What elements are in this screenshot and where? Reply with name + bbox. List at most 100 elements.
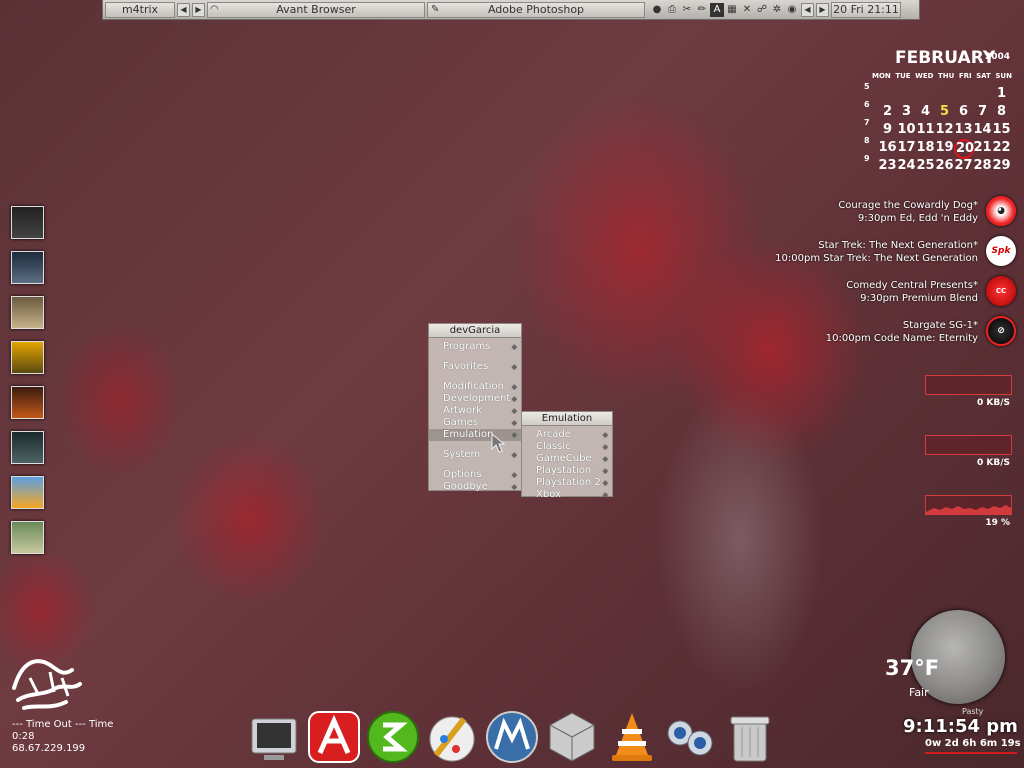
menu-item-label: Favorites [443, 361, 489, 372]
weather-location: Pasty [962, 707, 984, 716]
matrix-icon[interactable] [11, 251, 44, 284]
menu-item-modification[interactable]: Modification ◆ [429, 381, 521, 393]
show-entry[interactable]: Stargate SG-1* 10:00pm Code Name: Eterni… [826, 319, 978, 345]
calendar-day[interactable]: 10 [897, 122, 916, 137]
calendar-day[interactable]: 26 [935, 158, 954, 173]
movie-icon[interactable] [11, 431, 44, 464]
submenu-item-xbox[interactable]: Xbox ◆ [522, 489, 612, 501]
calendar-day[interactable]: 29 [992, 158, 1011, 173]
scroll-right-icon[interactable]: ▶ [192, 2, 205, 17]
calendar-day[interactable]: 22 [992, 140, 1011, 155]
user-label[interactable]: m4trix [105, 1, 175, 18]
show-entry[interactable]: Star Trek: The Next Generation* 10:00pm … [775, 239, 978, 265]
calendar-day[interactable]: 16 [878, 140, 897, 155]
calendar-day[interactable]: 5 [935, 104, 954, 119]
scroll-left-icon[interactable]: ◀ [801, 2, 814, 17]
task-adobe-photoshop[interactable]: ✎ Adobe Photoshop [427, 1, 645, 18]
menu-item-artwork[interactable]: Artwork ◆ [429, 405, 521, 417]
calendar-day[interactable]: 8 [992, 104, 1011, 119]
monitor-icon[interactable] [246, 709, 302, 765]
menu-item-emulation[interactable]: Emulation ◆ [429, 429, 521, 441]
dvd-icon[interactable] [11, 206, 44, 239]
submenu-arrow-icon: ◆ [511, 363, 517, 371]
ip-address: 68.67.229.199 [12, 743, 86, 754]
week-number: 5 [864, 82, 870, 91]
calendar-day[interactable]: 23 [878, 158, 897, 173]
show-entry[interactable]: Comedy Central Presents* 9:30pm Premium … [846, 279, 978, 305]
show-title: Star Trek: The Next Generation* [818, 240, 978, 251]
maya-icon[interactable] [484, 709, 540, 765]
menu-item-system[interactable]: System ◆ [429, 449, 521, 461]
calendar-day[interactable]: 17 [897, 140, 916, 155]
weekday-label: FRI [958, 72, 972, 80]
paint-icon[interactable] [424, 709, 480, 765]
menu-item-label: Games [443, 417, 478, 428]
submenu-item-classic[interactable]: Classic ◆ [522, 441, 612, 453]
calendar-day[interactable]: 3 [897, 104, 916, 119]
grid-icon[interactable]: ▦ [725, 3, 739, 17]
scroll-left-icon[interactable]: ◀ [177, 2, 190, 17]
calendar-day[interactable]: 1 [992, 86, 1011, 101]
calendar-day[interactable]: 15 [992, 122, 1011, 137]
calendar-day[interactable]: 24 [897, 158, 916, 173]
menu-item-options[interactable]: Options ◆ [429, 469, 521, 481]
submenu-item-arcade[interactable]: Arcade ◆ [522, 429, 612, 441]
printer-icon[interactable]: ⎙ [665, 3, 679, 17]
3ds-icon[interactable] [365, 709, 421, 765]
calendar-day[interactable]: 12 [935, 122, 954, 137]
taskbar-clock[interactable]: 20 Fri 21:11 [831, 1, 901, 18]
messenger-icon[interactable] [662, 709, 718, 765]
calendar-day[interactable]: 11 [916, 122, 935, 137]
upload-meter-label: 0 KB/S [977, 458, 1010, 468]
calendar-day[interactable]: 13 [954, 122, 973, 137]
menu-item-goodbye[interactable]: Goodbye ◆ [429, 481, 521, 493]
download-meter [925, 375, 1012, 395]
task-avant-browser[interactable]: ◠ Avant Browser [207, 1, 425, 18]
menu-item-favorites[interactable]: Favorites ◆ [429, 361, 521, 373]
acrobat-icon[interactable] [306, 709, 362, 765]
menu-item-label: Artwork [443, 405, 483, 416]
submenu-arrow-icon: ◆ [511, 383, 517, 391]
calendar-day[interactable]: 6 [954, 104, 973, 119]
game-icon[interactable] [11, 386, 44, 419]
calendar-day[interactable]: 25 [916, 158, 935, 173]
submenu-item-label: Classic [536, 441, 571, 452]
cube-icon[interactable] [544, 709, 600, 765]
calendar-day[interactable]: 9 [878, 122, 897, 137]
gear-icon[interactable]: ✲ [770, 3, 784, 17]
half-life-icon[interactable] [11, 341, 44, 374]
disc-icon[interactable]: ◉ [785, 3, 799, 17]
submenu-item-playstation-2[interactable]: Playstation 2 ◆ [522, 477, 612, 489]
menu-item-programs[interactable]: Programs ◆ [429, 341, 521, 353]
scroll-right-icon[interactable]: ▶ [816, 2, 829, 17]
calendar-day[interactable]: 19 [935, 140, 954, 155]
trash-icon[interactable] [722, 709, 778, 765]
naruto-icon[interactable] [11, 476, 44, 509]
network-icon[interactable]: ☍ [755, 3, 769, 17]
photo-icon[interactable] [11, 521, 44, 554]
x-icon[interactable]: ✕ [740, 3, 754, 17]
calendar-day[interactable]: 7 [973, 104, 992, 119]
calendar-day[interactable]: 14 [973, 122, 992, 137]
tools-icon[interactable]: ✂ [680, 3, 694, 17]
calendar-day[interactable]: 2 [878, 104, 897, 119]
user-name: m4trix [121, 3, 159, 16]
submenu-item-playstation[interactable]: Playstation ◆ [522, 465, 612, 477]
calendar-day[interactable]: 18 [916, 140, 935, 155]
menu-separator [429, 353, 521, 361]
calendar-day[interactable]: 28 [973, 158, 992, 173]
calendar-day[interactable]: 21 [973, 140, 992, 155]
vlc-icon[interactable] [604, 709, 660, 765]
menu-item-games[interactable]: Games ◆ [429, 417, 521, 429]
submenu-arrow-icon: ◆ [511, 407, 517, 415]
pen-icon[interactable]: ✏ [695, 3, 709, 17]
winamp-icon[interactable] [11, 296, 44, 329]
week-number: 8 [864, 136, 870, 145]
globe-icon[interactable]: ● [650, 3, 664, 17]
menu-item-development[interactable]: Development ◆ [429, 393, 521, 405]
calendar-day[interactable]: 4 [916, 104, 935, 119]
submenu-item-gamecube[interactable]: GameCube ◆ [522, 453, 612, 465]
calendar-day[interactable]: 27 [954, 158, 973, 173]
show-entry[interactable]: Courage the Cowardly Dog* 9:30pm Ed, Edd… [838, 199, 978, 225]
app-icon[interactable]: A [710, 2, 724, 17]
